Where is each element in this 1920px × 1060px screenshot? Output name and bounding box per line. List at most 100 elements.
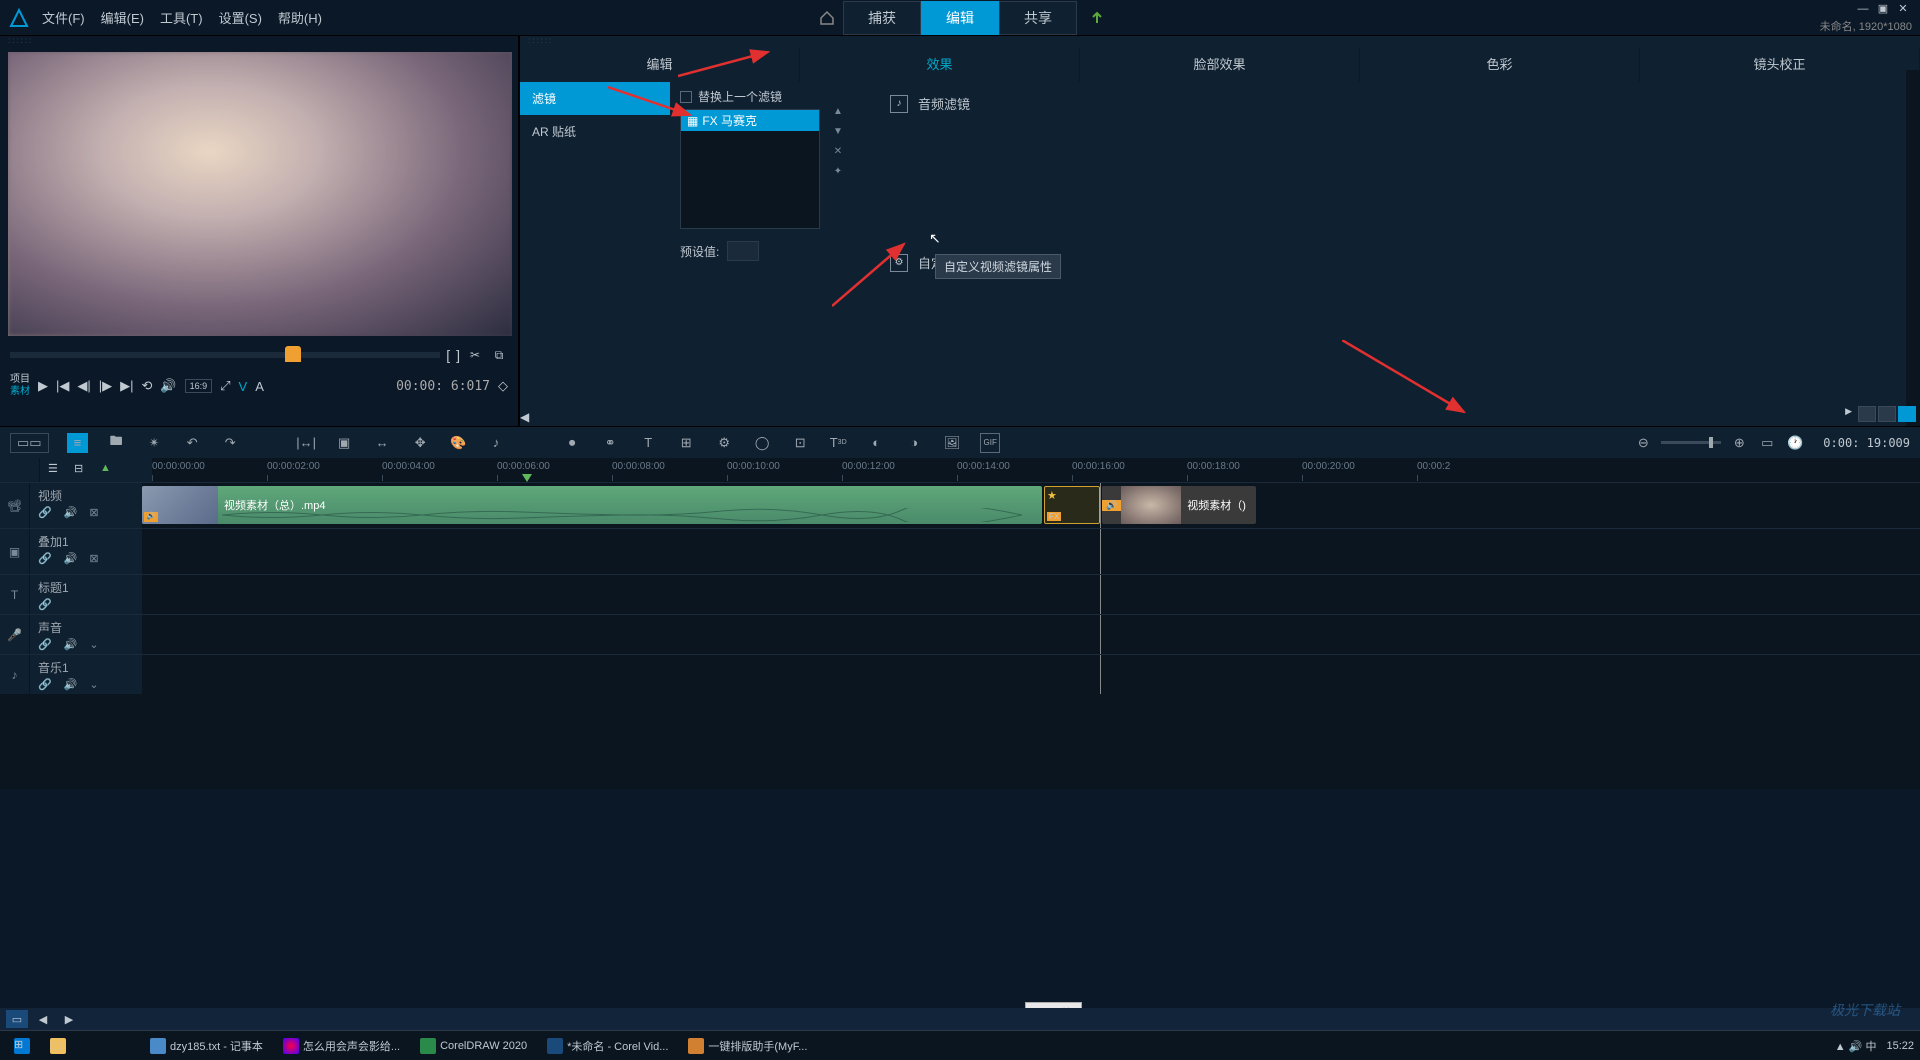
taskbar-clock[interactable]: 15:22 [1886,1040,1914,1052]
preset-dropdown[interactable] [727,241,759,261]
panel-grip[interactable]: :::::: [0,36,518,48]
track-mute-icon[interactable]: 🔊 [64,678,78,691]
prev-arrow[interactable]: ◀ [520,410,529,424]
menu-help[interactable]: 帮助(H) [278,8,322,27]
taskbar-app-browser[interactable]: 怎么用会声会影给... [275,1036,408,1056]
next-arrow[interactable]: ▶ [1845,406,1852,422]
clip-video-second[interactable]: 🔊 视频素材（) [1102,486,1256,524]
menu-tools[interactable]: 工具(T) [160,8,203,27]
subtab-effect[interactable]: 效果 [800,48,1080,82]
cut-icon[interactable]: ✂ [466,346,484,364]
go-end-button[interactable]: ▶| [120,378,133,394]
sidebar-item-filter[interactable]: 滤镜 [520,82,670,115]
filter-item-mosaic[interactable]: ▦ FX 马赛克 [681,110,819,131]
tab-edit[interactable]: 编辑 [921,1,999,35]
playhead-line[interactable] [1100,483,1101,528]
track-mute-icon[interactable]: 🔊 [64,638,78,651]
tool-mark[interactable]: |↔| [296,433,316,453]
title-track-lane[interactable] [142,575,1920,614]
taskbar-app-coreldraw[interactable]: CorelDRAW 2020 [412,1036,535,1056]
panel-grip[interactable]: :::::: [520,36,1920,48]
step-back-button[interactable]: ◀| [77,378,90,394]
zoom-in-button[interactable]: ⊕ [1729,433,1749,453]
aspect-ratio[interactable]: 16:9 [185,379,213,393]
time-ruler[interactable]: 00:00:00:00 00:00:02:00 00:00:04:00 00:0… [152,458,1920,482]
subtab-edit[interactable]: 编辑 [520,48,800,82]
taskbar-app-notepad[interactable]: dzy185.txt - 记事本 [142,1036,271,1056]
upload-icon[interactable] [1085,6,1109,30]
track-link-icon[interactable]: 🔗 [38,598,52,611]
go-start-button[interactable]: |◀ [56,378,69,394]
track-mute-icon[interactable]: 🔊 [64,506,78,519]
track-link-icon[interactable]: 🔗 [38,678,52,691]
move-down-button[interactable]: ▼ [830,126,846,142]
mark-in-button[interactable]: [ [446,347,450,363]
start-button[interactable]: ⊞ [6,1036,38,1056]
move-up-button[interactable]: ▲ [830,106,846,122]
tool-adjust[interactable]: ⚙ [714,433,734,453]
play-button[interactable]: ▶ [38,378,48,394]
clock-icon[interactable]: 🕐 [1785,433,1805,453]
track-expand-icon[interactable]: ⌄ [89,638,98,651]
filter-settings-button[interactable]: ✦ [830,166,846,182]
clip-video-main[interactable]: 视频素材（总）.mp4 🔊 [142,486,1042,524]
track-add-icon[interactable]: ▲ [100,462,116,478]
taskbar-app-videostudio[interactable]: *未命名 - Corel Vid... [539,1036,676,1056]
remove-filter-button[interactable]: ✕ [830,146,846,162]
panel-view-1[interactable] [1858,406,1876,422]
tool-track[interactable]: ◯ [752,433,772,453]
tool-media[interactable]: 🖿 [106,433,126,453]
explorer-tab[interactable]: ▭ [6,1010,28,1028]
tool-gif[interactable]: GIF [980,433,1000,453]
track-link-icon[interactable]: 🔗 [38,638,52,651]
tool-mask[interactable]: ◐ [866,433,886,453]
menu-edit[interactable]: 编辑(E) [101,8,144,27]
explorer-fwd[interactable]: ▶ [58,1010,80,1028]
tool-title[interactable]: T [638,433,658,453]
a-toggle[interactable]: A [255,379,264,394]
step-fwd-button[interactable]: |▶ [99,378,112,394]
tool-move[interactable]: ✥ [410,433,430,453]
sidebar-item-ar-sticker[interactable]: AR 贴纸 [520,115,670,148]
overlay-track-lane[interactable] [142,529,1920,574]
track-link-icon[interactable]: 🔗 [38,506,52,519]
storyboard-view[interactable]: ▭▭ [10,433,49,453]
menu-settings[interactable]: 设置(S) [219,8,262,27]
tray-icons[interactable]: ▲ 🔊 中 [1835,1038,1877,1054]
tool-image[interactable]: 🖼 [942,433,962,453]
undo-button[interactable]: ↶ [182,433,202,453]
panel-view-2[interactable] [1878,406,1896,422]
track-mute-icon[interactable]: 🔊 [64,552,78,565]
video-track-lane[interactable]: 视频素材（总）.mp4 🔊 ★ FX 🔊 视频素材（) [142,483,1920,528]
subtab-lens[interactable]: 镜头校正 [1640,48,1920,82]
applied-filters-list[interactable]: ▦ FX 马赛克 [680,109,820,229]
tool-detect[interactable]: ⊡ [790,433,810,453]
sound-track-lane[interactable] [142,615,1920,654]
track-lock-icon[interactable]: ⊠ [89,506,98,519]
subtab-color[interactable]: 色彩 [1360,48,1640,82]
zoom-out-button[interactable]: ⊖ [1633,433,1653,453]
tool-blend[interactable]: ◑ [904,433,924,453]
track-expand-icon[interactable]: ⌄ [89,678,98,691]
tool-stretch[interactable]: ↔ [372,433,392,453]
preview-viewport[interactable] [8,52,512,336]
explorer-back[interactable]: ◀ [32,1010,54,1028]
track-list-icon[interactable]: ☰ [48,462,64,478]
playhead-handle[interactable] [285,346,301,362]
fit-project[interactable]: ▭ [1757,433,1777,453]
loop-button[interactable]: ⟲ [142,378,153,394]
resize-icon[interactable]: ⤢ [220,378,230,394]
replace-prev-checkbox[interactable] [680,91,692,103]
tool-audio[interactable]: ♪ [486,433,506,453]
clip-transition[interactable]: ★ FX [1044,486,1100,524]
taskbar-app-typeset[interactable]: 一键排版助手(MyF... [680,1036,815,1056]
tool-3dtext[interactable]: T3D [828,433,848,453]
explorer-icon[interactable]: 🗀 [42,1036,74,1056]
zoom-slider[interactable] [1661,441,1721,444]
subtab-face[interactable]: 脸部效果 [1080,48,1360,82]
audio-filter-button[interactable]: 音频滤镜 [918,94,970,113]
redo-button[interactable]: ↷ [220,433,240,453]
timeline-view[interactable]: ≡ [67,433,89,453]
tool-grid[interactable]: ⊞ [676,433,696,453]
track-lock-icon[interactable]: ⊠ [89,552,98,565]
